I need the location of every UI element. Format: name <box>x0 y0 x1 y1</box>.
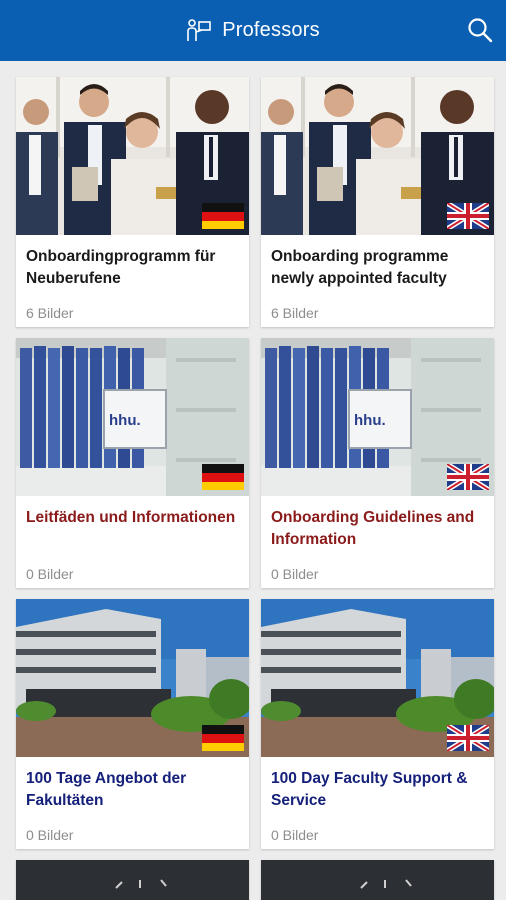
album-card[interactable]: Onboarding programme newly appointed fac… <box>261 77 494 327</box>
album-card[interactable]: Onboardingprogramm für Neuberufene 6 Bil… <box>16 77 249 327</box>
page-title: Professors <box>222 19 320 41</box>
people-icon <box>187 18 212 41</box>
album-title: 100 Day Faculty Support & Service <box>271 770 468 809</box>
album-count: 0 Bilder <box>271 827 319 843</box>
german-flag-icon <box>202 725 244 751</box>
album-thumbnail <box>16 338 249 496</box>
album-card[interactable]: 100 Tage Angebot der Fakultäten 0 Bilder <box>16 599 249 849</box>
album-title: 100 Tage Angebot der Fakultäten <box>26 770 187 809</box>
search-icon[interactable] <box>466 16 494 44</box>
album-count: 6 Bilder <box>271 305 319 321</box>
album-title: Onboarding programme newly appointed fac… <box>271 248 449 287</box>
album-count: 0 Bilder <box>26 566 74 582</box>
chalkboard-photo <box>261 860 494 900</box>
album-count: 0 Bilder <box>271 566 319 582</box>
album-thumbnail <box>261 599 494 757</box>
app-bar-title-group: Professors <box>186 18 320 43</box>
album-thumbnail <box>16 77 249 235</box>
german-flag-icon <box>202 203 244 229</box>
album-grid: Onboardingprogramm für Neuberufene 6 Bil… <box>16 77 494 900</box>
album-title: Leitfäden und Informationen <box>26 509 236 526</box>
album-card[interactable]: Onboarding Guidelines and Information 0 … <box>261 338 494 588</box>
album-count: 6 Bilder <box>26 305 74 321</box>
album-card[interactable]: 100 Day Faculty Support & Service 0 Bild… <box>261 599 494 849</box>
uk-flag-icon <box>447 203 489 229</box>
album-card-partial[interactable] <box>261 860 494 900</box>
uk-flag-icon <box>447 464 489 490</box>
chalkboard-photo <box>16 860 249 900</box>
uk-flag-icon <box>447 725 489 751</box>
album-count: 0 Bilder <box>26 827 74 843</box>
album-title: Onboarding Guidelines and Information <box>271 509 475 548</box>
album-title: Onboardingprogramm für Neuberufene <box>26 248 216 287</box>
album-card[interactable]: Leitfäden und Informationen 0 Bilder <box>16 338 249 588</box>
album-thumbnail <box>16 599 249 757</box>
album-thumbnail <box>261 338 494 496</box>
app-bar: Professors <box>0 0 506 61</box>
album-card-partial[interactable] <box>16 860 249 900</box>
album-thumbnail <box>261 77 494 235</box>
german-flag-icon <box>202 464 244 490</box>
